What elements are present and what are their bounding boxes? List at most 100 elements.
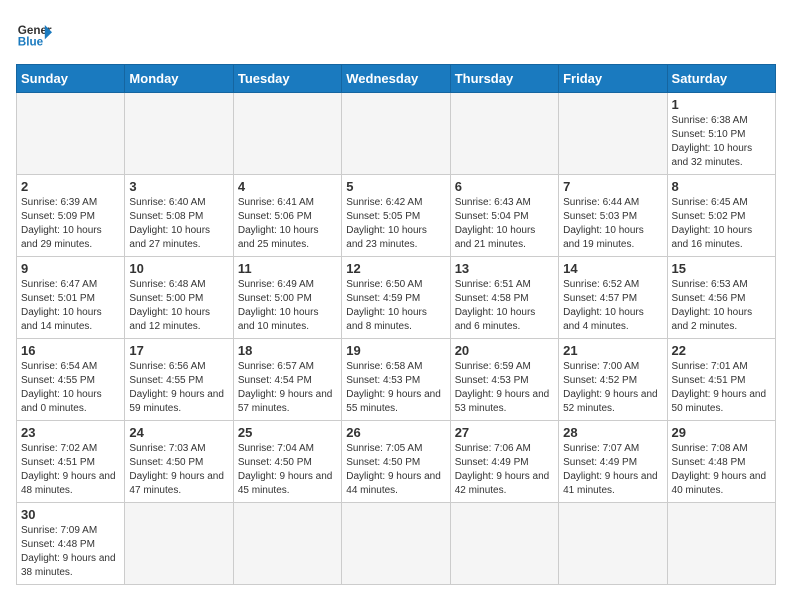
day-number: 3	[129, 179, 228, 194]
logo: General Blue	[16, 16, 52, 52]
calendar-row: 30 Sunrise: 7:09 AM Sunset: 4:48 PM Dayli…	[17, 503, 776, 585]
weekday-header-wednesday: Wednesday	[342, 65, 450, 93]
calendar-cell	[450, 503, 558, 585]
calendar-row: 2Sunrise: 6:39 AM Sunset: 5:09 PM Daylig…	[17, 175, 776, 257]
calendar-cell: 26 Sunrise: 7:05 AM Sunset: 4:50 PM Dayli…	[342, 421, 450, 503]
calendar-cell: 19 Sunrise: 6:58 AM Sunset: 4:53 PM Dayli…	[342, 339, 450, 421]
calendar-cell	[559, 93, 667, 175]
day-info: Sunrise: 7:01 AM Sunset: 4:51 PM Dayligh…	[672, 360, 771, 416]
day-info: Sunrise: 6:59 AM Sunset: 4:53 PM Dayligh…	[455, 360, 554, 416]
day-number: 5	[346, 179, 445, 194]
day-info: Sunrise: 6:57 AM Sunset: 4:54 PM Dayligh…	[238, 360, 337, 416]
calendar-cell: 20 Sunrise: 6:59 AM Sunset: 4:53 PM Dayli…	[450, 339, 558, 421]
calendar-cell: 24Sunrise: 7:03 AM Sunset: 4:50 PM Dayli…	[125, 421, 233, 503]
calendar-cell: 9Sunrise: 6:47 AM Sunset: 5:01 PM Daylig…	[17, 257, 125, 339]
calendar-cell	[342, 93, 450, 175]
calendar-cell: 29 Sunrise: 7:08 AM Sunset: 4:48 PM Dayli…	[667, 421, 775, 503]
day-number: 20	[455, 343, 554, 358]
calendar-cell: 15 Sunrise: 6:53 AM Sunset: 4:56 PM Dayli…	[667, 257, 775, 339]
day-info: Sunrise: 7:08 AM Sunset: 4:48 PM Dayligh…	[672, 442, 771, 498]
day-number: 26	[346, 425, 445, 440]
calendar-cell	[342, 503, 450, 585]
calendar-cell: 5Sunrise: 6:42 AM Sunset: 5:05 PM Daylig…	[342, 175, 450, 257]
calendar-row: 23 Sunrise: 7:02 AM Sunset: 4:51 PM Dayli…	[17, 421, 776, 503]
day-info: Sunrise: 6:54 AM Sunset: 4:55 PM Dayligh…	[21, 360, 120, 416]
day-info: Sunrise: 7:00 AM Sunset: 4:52 PM Dayligh…	[563, 360, 662, 416]
weekday-header-tuesday: Tuesday	[233, 65, 341, 93]
day-info: Sunrise: 7:06 AM Sunset: 4:49 PM Dayligh…	[455, 442, 554, 498]
calendar-cell: 8 Sunrise: 6:45 AM Sunset: 5:02 PM Daylig…	[667, 175, 775, 257]
calendar-cell: 16 Sunrise: 6:54 AM Sunset: 4:55 PM Dayli…	[17, 339, 125, 421]
weekday-header-friday: Friday	[559, 65, 667, 93]
day-number: 7	[563, 179, 662, 194]
calendar-cell	[559, 503, 667, 585]
day-info: Sunrise: 6:43 AM Sunset: 5:04 PM Dayligh…	[455, 196, 554, 252]
day-number: 12	[346, 261, 445, 276]
day-number: 30	[21, 507, 120, 522]
day-info: Sunrise: 6:38 AM Sunset: 5:10 PM Dayligh…	[672, 114, 771, 170]
calendar-cell: 3Sunrise: 6:40 AM Sunset: 5:08 PM Daylig…	[125, 175, 233, 257]
calendar-cell: 11 Sunrise: 6:49 AM Sunset: 5:00 PM Dayli…	[233, 257, 341, 339]
calendar-cell: 13 Sunrise: 6:51 AM Sunset: 4:58 PM Dayli…	[450, 257, 558, 339]
day-number: 13	[455, 261, 554, 276]
day-number: 4	[238, 179, 337, 194]
day-info: Sunrise: 6:39 AM Sunset: 5:09 PM Dayligh…	[21, 196, 120, 252]
calendar-cell: 4 Sunrise: 6:41 AM Sunset: 5:06 PM Daylig…	[233, 175, 341, 257]
day-info: Sunrise: 6:56 AM Sunset: 4:55 PM Dayligh…	[129, 360, 228, 416]
calendar-cell: 1 Sunrise: 6:38 AM Sunset: 5:10 PM Daylig…	[667, 93, 775, 175]
day-info: Sunrise: 7:04 AM Sunset: 4:50 PM Dayligh…	[238, 442, 337, 498]
day-number: 16	[21, 343, 120, 358]
day-info: Sunrise: 6:52 AM Sunset: 4:57 PM Dayligh…	[563, 278, 662, 334]
day-number: 1	[672, 97, 771, 112]
day-number: 22	[672, 343, 771, 358]
day-info: Sunrise: 6:41 AM Sunset: 5:06 PM Dayligh…	[238, 196, 337, 252]
weekday-header-sunday: Sunday	[17, 65, 125, 93]
day-number: 17	[129, 343, 228, 358]
day-number: 6	[455, 179, 554, 194]
day-info: Sunrise: 6:44 AM Sunset: 5:03 PM Dayligh…	[563, 196, 662, 252]
calendar-cell: 12Sunrise: 6:50 AM Sunset: 4:59 PM Dayli…	[342, 257, 450, 339]
calendar-cell	[125, 503, 233, 585]
calendar-cell	[233, 93, 341, 175]
calendar-cell	[17, 93, 125, 175]
day-number: 14	[563, 261, 662, 276]
day-number: 27	[455, 425, 554, 440]
day-number: 10	[129, 261, 228, 276]
calendar-cell: 21Sunrise: 7:00 AM Sunset: 4:52 PM Dayli…	[559, 339, 667, 421]
day-number: 23	[21, 425, 120, 440]
day-info: Sunrise: 7:05 AM Sunset: 4:50 PM Dayligh…	[346, 442, 445, 498]
calendar-cell	[125, 93, 233, 175]
calendar-cell: 14 Sunrise: 6:52 AM Sunset: 4:57 PM Dayli…	[559, 257, 667, 339]
calendar-cell: 7 Sunrise: 6:44 AM Sunset: 5:03 PM Daylig…	[559, 175, 667, 257]
day-number: 15	[672, 261, 771, 276]
day-number: 19	[346, 343, 445, 358]
day-number: 29	[672, 425, 771, 440]
day-info: Sunrise: 6:45 AM Sunset: 5:02 PM Dayligh…	[672, 196, 771, 252]
day-info: Sunrise: 7:03 AM Sunset: 4:50 PM Dayligh…	[129, 442, 228, 498]
day-number: 8	[672, 179, 771, 194]
calendar-cell: 2Sunrise: 6:39 AM Sunset: 5:09 PM Daylig…	[17, 175, 125, 257]
day-info: Sunrise: 7:02 AM Sunset: 4:51 PM Dayligh…	[21, 442, 120, 498]
calendar-cell	[667, 503, 775, 585]
weekday-header-monday: Monday	[125, 65, 233, 93]
day-number: 11	[238, 261, 337, 276]
day-info: Sunrise: 6:53 AM Sunset: 4:56 PM Dayligh…	[672, 278, 771, 334]
calendar-cell	[450, 93, 558, 175]
weekday-header-thursday: Thursday	[450, 65, 558, 93]
calendar-cell: 30 Sunrise: 7:09 AM Sunset: 4:48 PM Dayli…	[17, 503, 125, 585]
day-info: Sunrise: 6:58 AM Sunset: 4:53 PM Dayligh…	[346, 360, 445, 416]
calendar-cell: 10 Sunrise: 6:48 AM Sunset: 5:00 PM Dayli…	[125, 257, 233, 339]
calendar-cell: 23 Sunrise: 7:02 AM Sunset: 4:51 PM Dayli…	[17, 421, 125, 503]
day-info: Sunrise: 6:48 AM Sunset: 5:00 PM Dayligh…	[129, 278, 228, 334]
day-info: Sunrise: 6:49 AM Sunset: 5:00 PM Dayligh…	[238, 278, 337, 334]
day-number: 25	[238, 425, 337, 440]
day-info: Sunrise: 6:51 AM Sunset: 4:58 PM Dayligh…	[455, 278, 554, 334]
svg-text:Blue: Blue	[18, 36, 44, 49]
calendar-cell: 18Sunrise: 6:57 AM Sunset: 4:54 PM Dayli…	[233, 339, 341, 421]
calendar: SundayMondayTuesdayWednesdayThursdayFrid…	[16, 64, 776, 585]
logo-icon: General Blue	[16, 16, 52, 52]
day-info: Sunrise: 7:09 AM Sunset: 4:48 PM Dayligh…	[21, 524, 120, 580]
header: General Blue	[16, 16, 776, 52]
calendar-cell: 17 Sunrise: 6:56 AM Sunset: 4:55 PM Dayli…	[125, 339, 233, 421]
calendar-cell	[233, 503, 341, 585]
